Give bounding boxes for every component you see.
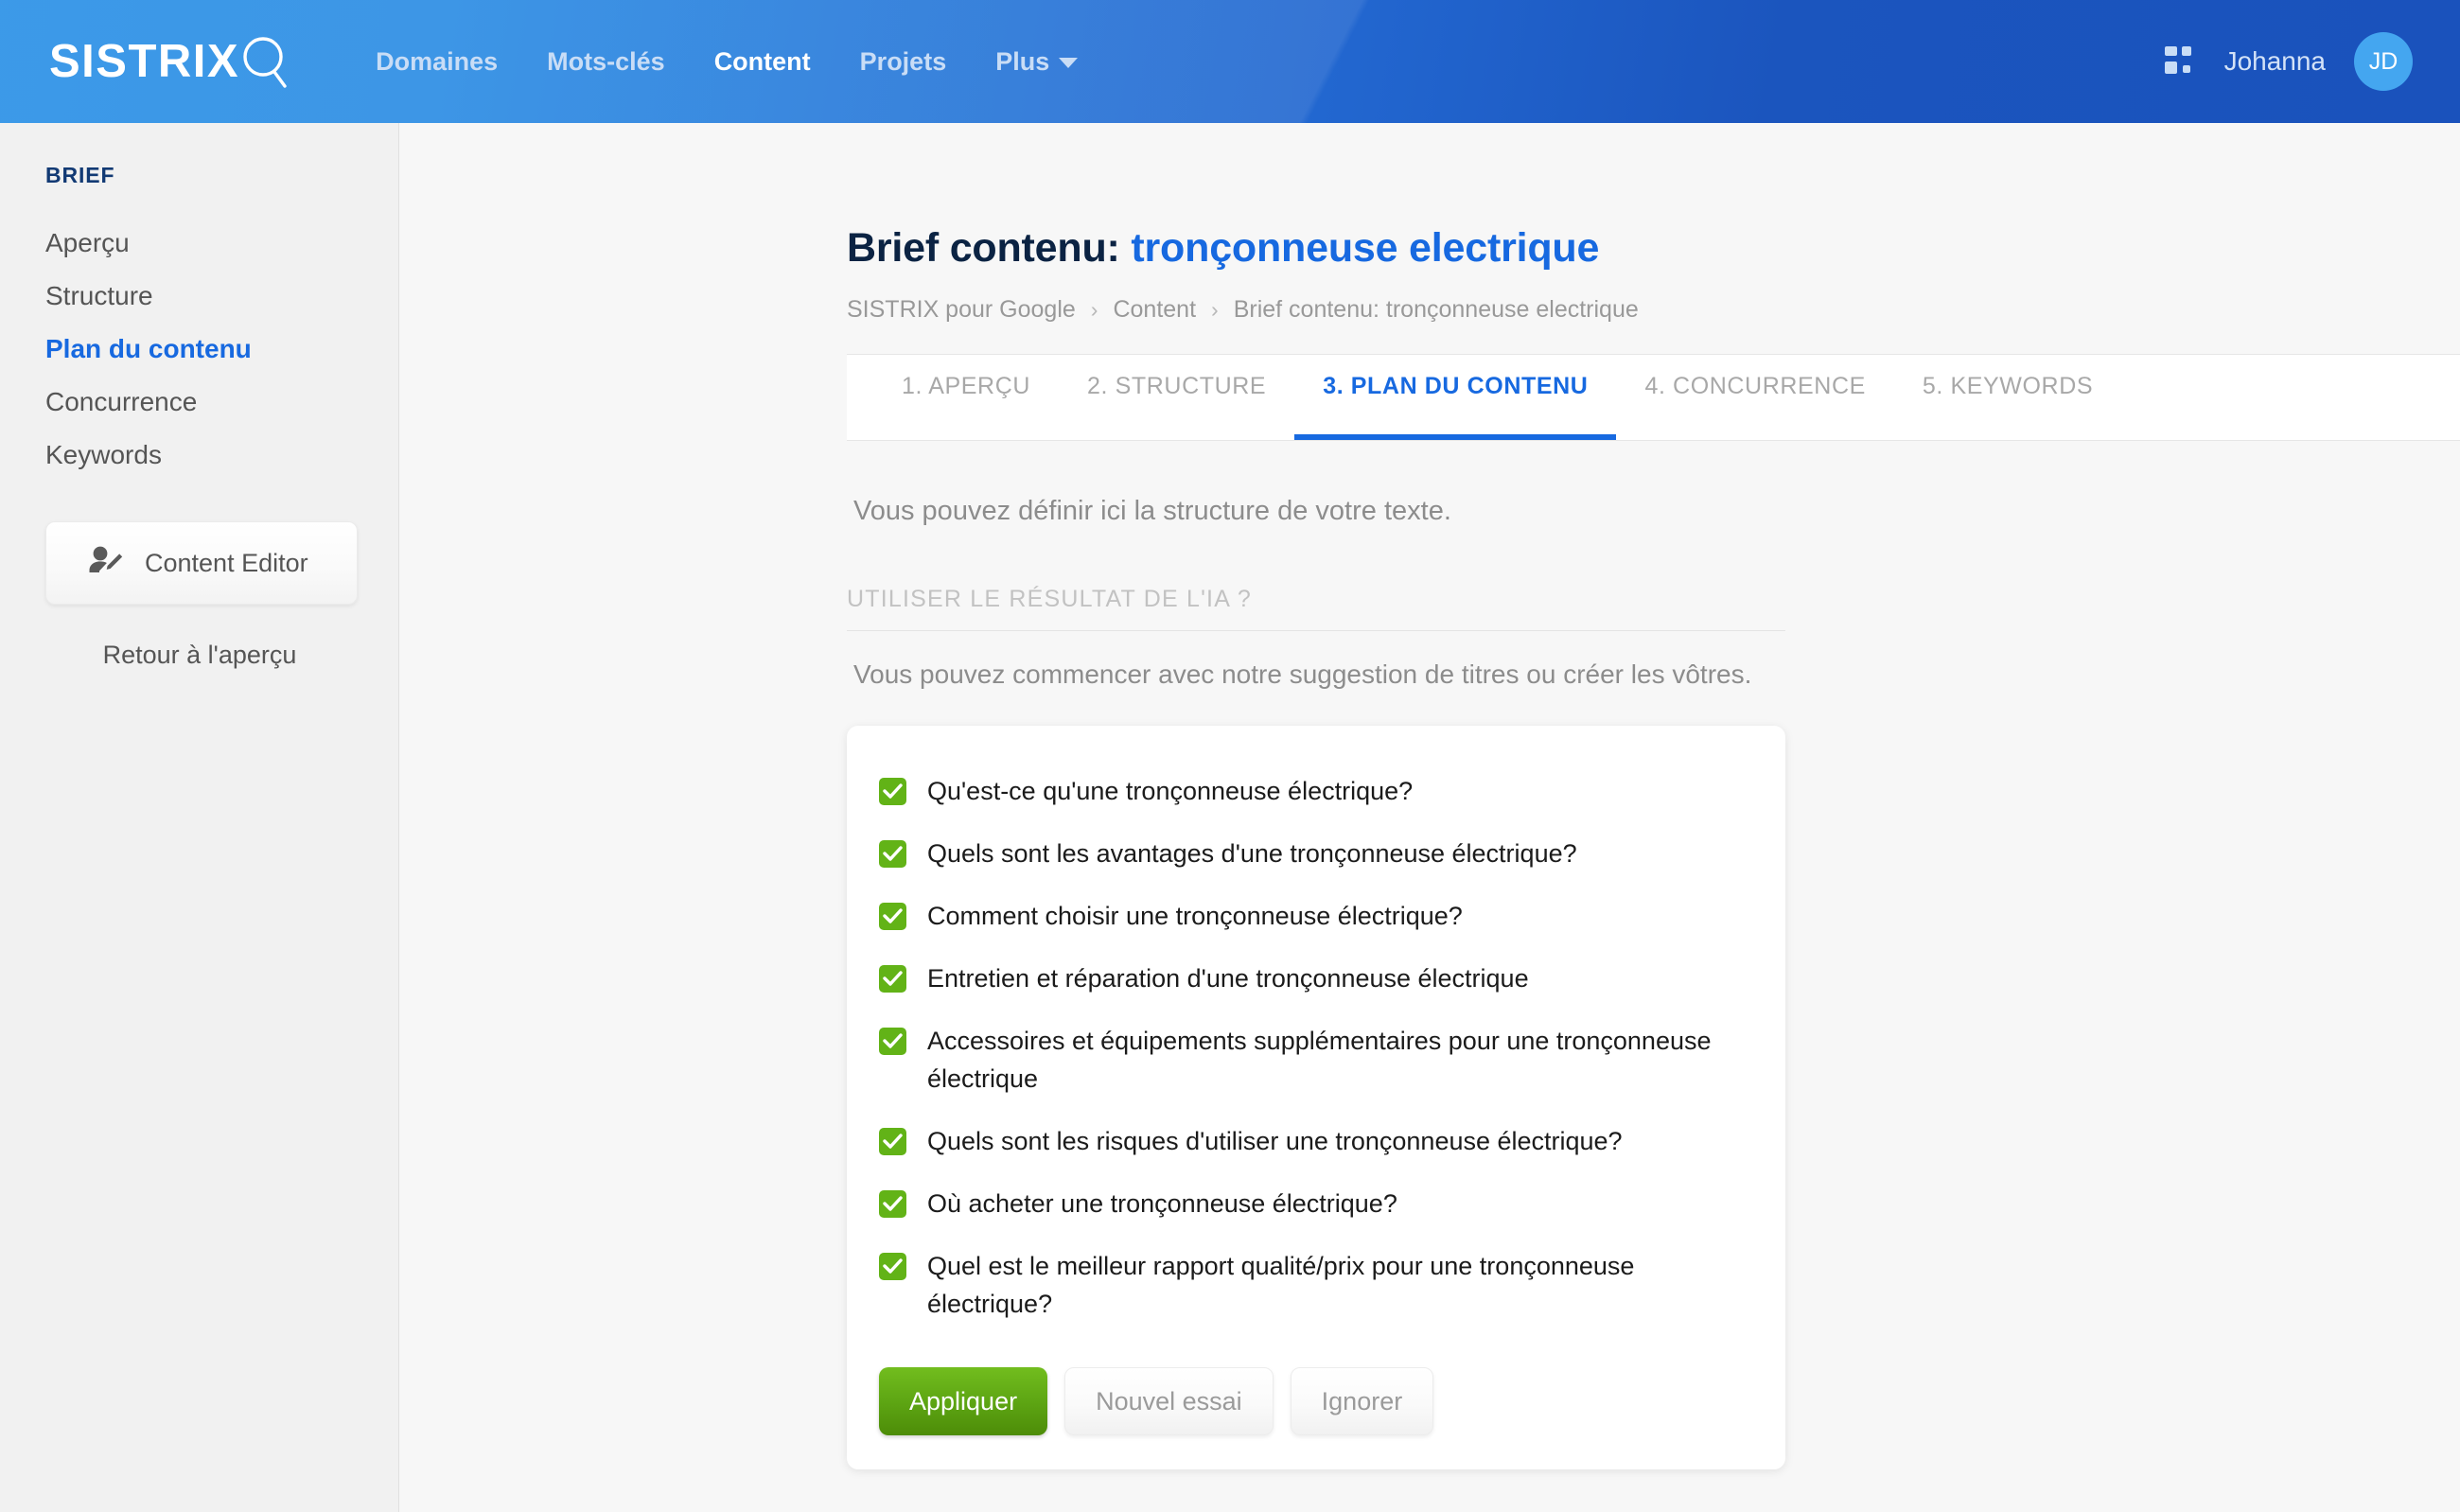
checkbox-checked-icon[interactable]: [879, 1253, 906, 1280]
nav-item-content[interactable]: Content: [690, 38, 835, 86]
sidebar-item-structure[interactable]: Structure: [0, 270, 398, 323]
main-content: Brief contenu: tronçonneuse electrique S…: [399, 123, 2460, 1512]
suggestion-item[interactable]: Accessoires et équipements supplémentair…: [879, 1010, 1748, 1110]
ignore-button[interactable]: Ignorer: [1290, 1367, 1434, 1435]
back-to-overview-link[interactable]: Retour à l'aperçu: [0, 641, 399, 670]
apply-button[interactable]: Appliquer: [879, 1367, 1048, 1435]
page-shell: BRIEF Aperçu Structure Plan du contenu C…: [0, 123, 2460, 1512]
user-name-label[interactable]: Johanna: [2224, 46, 2326, 77]
retry-button[interactable]: Nouvel essai: [1064, 1367, 1274, 1435]
sidebar-item-plan-du-contenu[interactable]: Plan du contenu: [0, 323, 398, 376]
page-title-prefix: Brief contenu:: [847, 225, 1120, 271]
suggestion-label: Qu'est-ce qu'une tronçonneuse électrique…: [927, 777, 1414, 805]
intro-text: Vous pouvez définir ici la structure de …: [853, 496, 1451, 526]
ai-section-heading: UTILISER LE RÉSULTAT DE L'IA ?: [847, 586, 1785, 631]
suggestion-item[interactable]: Qu'est-ce qu'une tronçonneuse électrique…: [879, 760, 1748, 822]
checkbox-checked-icon[interactable]: [879, 1128, 906, 1155]
page-title: Brief contenu: tronçonneuse electrique: [847, 225, 2460, 272]
sidebar-item-apercu[interactable]: Aperçu: [0, 217, 398, 270]
breadcrumb-item-content[interactable]: Content: [1113, 296, 1196, 324]
card-action-row: Appliquer Nouvel essai Ignorer: [879, 1367, 1748, 1435]
primary-nav: Domaines Mots-clés Content Projets Plus: [351, 38, 1102, 86]
chevron-down-icon: [1059, 57, 1079, 68]
suggestion-label: Entretien et réparation d'une tronçonneu…: [927, 964, 1529, 993]
nav-item-plus-label: Plus: [995, 46, 1050, 76]
tab-1-apercu[interactable]: 1. APERÇU: [873, 353, 1059, 440]
ai-section-subtext: Vous pouvez commencer avec notre suggest…: [853, 659, 1752, 689]
suggestion-item[interactable]: Comment choisir une tronçonneuse électri…: [879, 885, 1748, 947]
suggestion-item[interactable]: Où acheter une tronçonneuse électrique?: [879, 1172, 1748, 1235]
suggestion-label: Quel est le meilleur rapport qualité/pri…: [927, 1252, 1635, 1318]
checkbox-checked-icon[interactable]: [879, 1028, 906, 1055]
breadcrumb-item-sistrix-pour-google[interactable]: SISTRIX pour Google: [847, 296, 1076, 324]
suggestion-label: Comment choisir une tronçonneuse électri…: [927, 902, 1463, 930]
nav-item-plus[interactable]: Plus: [971, 38, 1102, 86]
sidebar-item-concurrence[interactable]: Concurrence: [0, 376, 398, 429]
brand-logo[interactable]: SISTRIX: [49, 33, 294, 90]
breadcrumb: SISTRIX pour Google › Content › Brief co…: [847, 296, 2460, 324]
top-navigation-bar: SISTRIX Domaines Mots-clés Content Proje…: [0, 0, 2460, 123]
checkbox-checked-icon[interactable]: [879, 903, 906, 930]
brand-name: SISTRIX: [49, 36, 240, 87]
suggestion-item[interactable]: Quels sont les avantages d'une tronçonne…: [879, 822, 1748, 885]
breadcrumb-separator-icon: ›: [1090, 297, 1098, 322]
checkbox-checked-icon[interactable]: [879, 778, 906, 805]
content-editor-label: Content Editor: [145, 548, 308, 577]
apps-grid-icon[interactable]: [2164, 45, 2196, 78]
breadcrumb-separator-icon: ›: [1211, 297, 1219, 322]
suggestion-item[interactable]: Entretien et réparation d'une tronçonneu…: [879, 947, 1748, 1010]
tab-4-concurrence[interactable]: 4. CONCURRENCE: [1616, 353, 1893, 440]
tab-2-structure[interactable]: 2. STRUCTURE: [1059, 353, 1294, 440]
suggestion-label: Quels sont les risques d'utiliser une tr…: [927, 1127, 1623, 1155]
sidebar: BRIEF Aperçu Structure Plan du contenu C…: [0, 123, 399, 1512]
breadcrumb-item-current: Brief contenu: tronçonneuse electrique: [1233, 296, 1639, 323]
magnifier-icon: [237, 33, 294, 90]
page-title-keyword[interactable]: tronçonneuse electrique: [1131, 225, 1599, 271]
suggestion-label: Accessoires et équipements supplémentair…: [927, 1027, 1712, 1093]
nav-item-mots-cles[interactable]: Mots-clés: [522, 38, 690, 86]
suggestion-label: Où acheter une tronçonneuse électrique?: [927, 1189, 1397, 1218]
avatar[interactable]: JD: [2354, 32, 2413, 91]
user-edit-icon: [88, 545, 124, 582]
suggestion-item[interactable]: Quel est le meilleur rapport qualité/pri…: [879, 1235, 1748, 1335]
nav-item-projets[interactable]: Projets: [835, 38, 972, 86]
sidebar-item-keywords[interactable]: Keywords: [0, 429, 398, 482]
nav-item-domaines[interactable]: Domaines: [351, 38, 522, 86]
checkbox-checked-icon[interactable]: [879, 965, 906, 993]
tab-5-keywords[interactable]: 5. KEYWORDS: [1894, 353, 2121, 440]
checkbox-checked-icon[interactable]: [879, 840, 906, 868]
sidebar-heading: BRIEF: [45, 163, 115, 187]
suggestion-label: Quels sont les avantages d'une tronçonne…: [927, 839, 1577, 868]
checkbox-checked-icon[interactable]: [879, 1190, 906, 1218]
tab-3-plan-du-contenu[interactable]: 3. PLAN DU CONTENU: [1294, 353, 1617, 440]
tab-bar: 1. APERÇU 2. STRUCTURE 3. PLAN DU CONTEN…: [847, 354, 2460, 441]
content-editor-button[interactable]: Content Editor: [45, 521, 358, 605]
header-right-cluster: Johanna JD: [2164, 32, 2413, 91]
suggestion-item[interactable]: Quels sont les risques d'utiliser une tr…: [879, 1110, 1748, 1172]
ai-suggestions-card: Qu'est-ce qu'une tronçonneuse électrique…: [847, 726, 1785, 1469]
